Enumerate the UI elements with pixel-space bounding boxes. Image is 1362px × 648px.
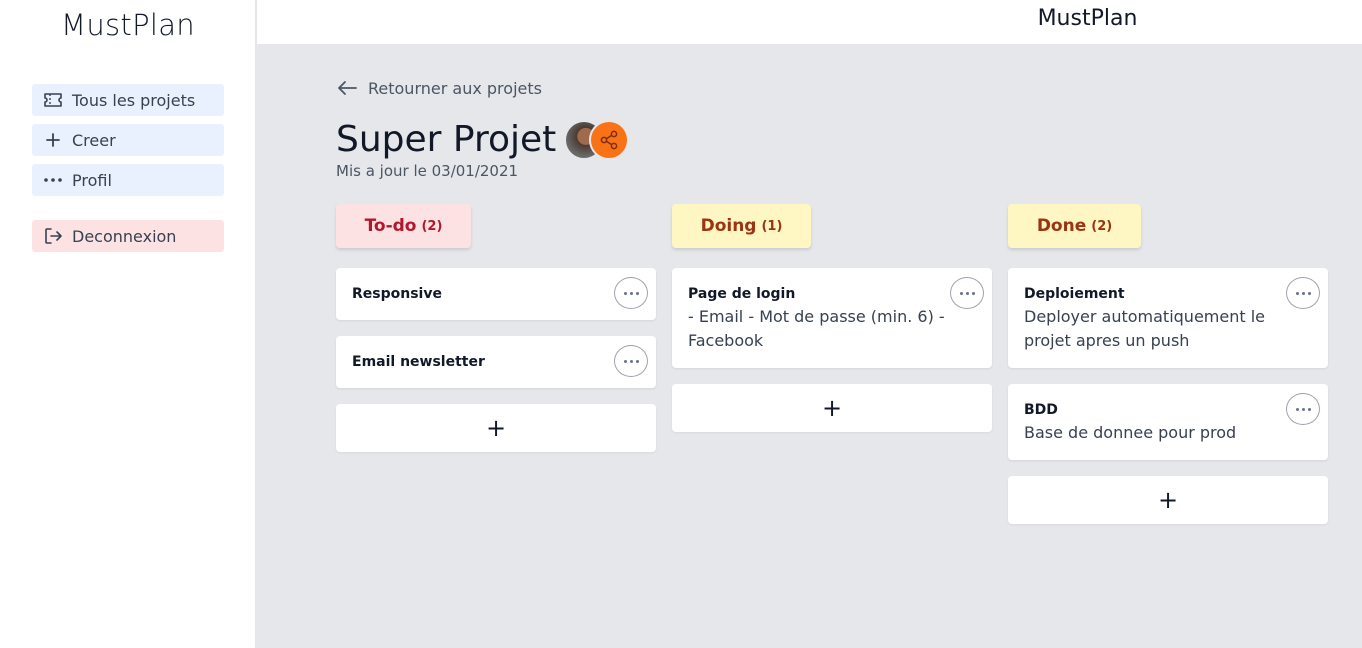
card-options-button[interactable]	[1286, 393, 1320, 425]
column-name: To-do	[364, 216, 417, 236]
share-button[interactable]	[589, 120, 629, 160]
sidebar-brand: MustPlan	[61, 8, 195, 42]
project-members	[564, 120, 634, 160]
sidebar-item-profile[interactable]: Profil	[32, 164, 224, 196]
task-card[interactable]: Page de login - Email - Mot de passe (mi…	[672, 268, 992, 368]
column-count: (1)	[761, 218, 783, 234]
back-to-projects-link[interactable]: Retourner aux projets	[336, 76, 542, 100]
task-title: Deploiement	[1024, 286, 1125, 302]
card-options-button[interactable]	[614, 277, 648, 309]
share-icon	[600, 130, 618, 150]
card-options-button[interactable]	[1286, 277, 1320, 309]
last-updated: Mis a jour le 03/01/2021	[336, 162, 519, 180]
logout-icon	[42, 225, 64, 247]
sidebar-item-label: Profil	[72, 170, 112, 190]
column-name: Doing	[700, 216, 757, 236]
task-description: - Email - Mot de passe (min. 6) - Facebo…	[688, 307, 945, 350]
column-header-done: Done (2)	[1008, 204, 1141, 248]
back-label: Retourner aux projets	[368, 78, 542, 98]
task-card[interactable]: Email newsletter	[336, 336, 656, 388]
logout-button[interactable]: Deconnexion	[32, 220, 224, 252]
card-options-button[interactable]	[950, 277, 984, 309]
task-card[interactable]: Responsive	[336, 268, 656, 320]
task-title: Page de login	[688, 286, 796, 302]
column-count: (2)	[1091, 218, 1113, 234]
logout-label: Deconnexion	[72, 226, 177, 246]
task-card[interactable]: Deploiement Deployer automatiquement le …	[1008, 268, 1328, 368]
dots-icon	[42, 169, 64, 191]
add-card-button[interactable]: +	[336, 404, 656, 452]
arrow-left-icon	[338, 81, 357, 95]
top-bar: MustPlan	[257, 0, 1362, 44]
column-header-todo: To-do (2)	[336, 204, 471, 248]
column-header-doing: Doing (1)	[672, 204, 811, 248]
column-name: Done	[1036, 216, 1087, 236]
task-title: BDD	[1024, 402, 1058, 418]
plus-icon	[42, 129, 64, 151]
sidebar-item-label: Creer	[72, 130, 116, 150]
task-description: Deployer automatiquement le projet apres…	[1024, 307, 1266, 350]
project-title: Super Projet	[336, 119, 557, 160]
task-title: Email newsletter	[352, 354, 485, 370]
sidebar-item-all-projects[interactable]: Tous les projets	[32, 84, 224, 116]
top-bar-title: MustPlan	[1037, 6, 1138, 31]
sidebar-item-create[interactable]: Creer	[32, 124, 224, 156]
task-description: Base de donnee pour prod	[1024, 423, 1237, 442]
sidebar: MustPlan Tous les projets Creer Profil D…	[0, 0, 256, 648]
ticket-icon	[42, 89, 64, 111]
card-options-button[interactable]	[614, 345, 648, 377]
column-count: (2)	[421, 218, 443, 234]
add-card-button[interactable]: +	[672, 384, 992, 432]
task-card[interactable]: BDD Base de donnee pour prod	[1008, 384, 1328, 460]
task-title: Responsive	[352, 286, 442, 302]
add-card-button[interactable]: +	[1008, 476, 1328, 524]
sidebar-item-label: Tous les projets	[72, 90, 196, 110]
